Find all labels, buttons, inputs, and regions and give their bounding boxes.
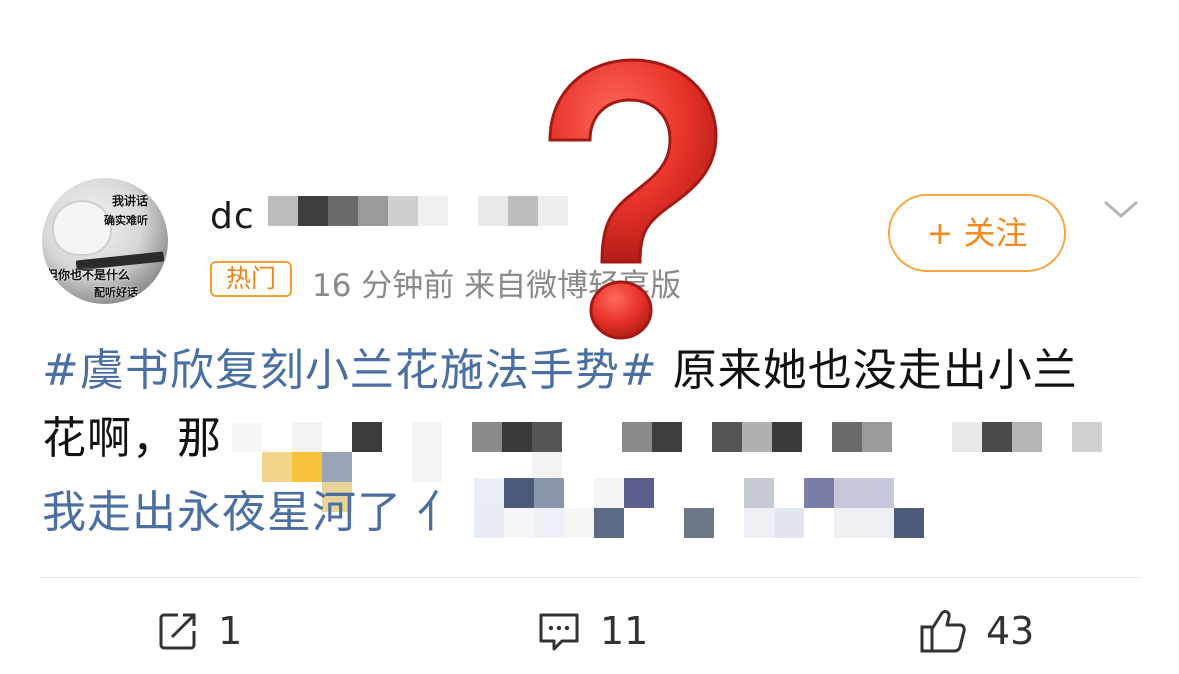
comment-bubble-icon [536,609,582,653]
avatar-caption: 配听好话 [94,286,138,299]
repost-button[interactable]: 1 [156,605,242,657]
comment-count: 11 [600,609,649,653]
comment-button[interactable]: 11 [536,605,648,657]
hello-kitty-figure [52,200,112,256]
like-count: 43 [986,609,1035,653]
like-button[interactable]: 43 [918,605,1034,657]
avatar-caption: 但你也不是什么 [46,268,131,282]
hashtag-link[interactable]: #虞书欣复刻小兰花施法手势# [42,345,658,396]
post-line-2: 花啊，那 [42,413,222,464]
post-line-1: #虞书欣复刻小兰花施法手势# 原来她也没走出小兰 [42,340,1078,402]
text-mosaic [232,422,1122,512]
hot-badge: 热门 [210,261,292,297]
post-line-3: 我走出永夜星河了 亻 [42,487,462,538]
share-box-icon [156,609,200,653]
username[interactable]: dc [210,196,255,237]
question-mark-icon [520,48,730,348]
repost-count: 1 [218,609,243,653]
post-text: 原来她也没走出小兰 [657,345,1078,396]
avatar-caption: 确实难听 [104,214,148,227]
follow-button[interactable]: + 关注 [888,194,1066,272]
divider [40,577,1140,578]
avatar[interactable]: 我讲话 确实难听 但你也不是什么 配听好话 [42,178,168,304]
avatar-caption: 我讲话 [112,194,149,208]
chevron-down-icon[interactable] [1101,190,1141,230]
thumbs-up-icon [918,607,968,655]
text-mosaic [474,478,924,538]
